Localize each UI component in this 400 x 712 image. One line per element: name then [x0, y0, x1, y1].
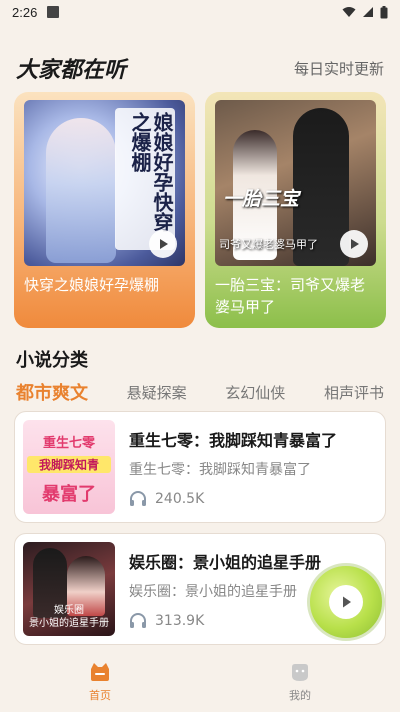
cover-title-text: 一胎三宝 [223, 188, 300, 210]
featured-cover: 娘娘好孕快穿之爆棚 [24, 100, 185, 266]
popular-header: 大家都在听 每日实时更新 [16, 50, 384, 86]
book-stats: 240.5K [129, 491, 375, 507]
cover-line: 我脚踩知青 [27, 456, 111, 473]
popular-title: 大家都在听 [16, 58, 127, 83]
book-title: 重生七零：我脚踩知青暴富了 [129, 431, 338, 450]
cover-art-figure [46, 118, 116, 263]
featured-list: 娘娘好孕快穿之爆棚 快穿之娘娘好孕爆棚 一胎三宝 司爷又爆老婆马甲了 一胎三宝：… [14, 92, 386, 328]
cover-line: 重生七零 [42, 436, 95, 451]
book-info: 重生七零：我脚踩知青暴富了 重生七零：我脚踩知青暴富了 240.5K [129, 427, 375, 507]
play-count: 240.5K [155, 491, 205, 507]
nav-profile[interactable]: 我的 [200, 652, 400, 712]
headphones-icon [130, 491, 146, 506]
nav-home-label: 首页 [89, 689, 111, 702]
nav-home[interactable]: 首页 [0, 652, 200, 712]
play-icon [343, 596, 351, 608]
floating-player-button[interactable] [307, 563, 385, 641]
signal-icon [363, 7, 373, 17]
featured-cover: 一胎三宝 司爷又爆老婆马甲了 [215, 100, 376, 266]
book-cover: 娱乐圈 景小姐的追星手册 [23, 542, 115, 636]
featured-title: 快穿之娘娘好孕爆棚 [24, 276, 160, 294]
daily-update-link[interactable]: 每日实时更新 [294, 58, 384, 79]
featured-card[interactable]: 一胎三宝 司爷又爆老婆马甲了 一胎三宝：司爷又爆老婆马甲了 [205, 92, 386, 328]
cover-caption: 娱乐圈 景小姐的追星手册 [23, 604, 115, 630]
cover-line: 景小姐的追星手册 [29, 618, 109, 629]
bottom-nav: 首页 我的 [0, 652, 400, 712]
home-cat-icon [91, 663, 109, 681]
tab-mystery[interactable]: 悬疑探案 [127, 382, 187, 403]
book-cover: 重生七零 我脚踩知青 暴富了 [23, 420, 115, 514]
status-bar: 2:26 [0, 0, 400, 24]
status-icons [342, 5, 388, 19]
cover-title-text: 娘娘好孕快穿之爆棚 [115, 108, 175, 250]
nav-profile-label: 我的 [289, 689, 311, 702]
tab-urban[interactable]: 都市爽文 [16, 379, 88, 405]
list-item[interactable]: 重生七零 我脚踩知青 暴富了 重生七零：我脚踩知青暴富了 重生七零：我脚踩知青暴… [14, 411, 386, 523]
cover-line: 娱乐圈 [54, 605, 84, 616]
category-title: 小说分类 [16, 350, 88, 371]
tab-crosstalk[interactable]: 相声评书 [324, 382, 384, 403]
cover-line: 暴富了 [42, 484, 96, 505]
wifi-icon [342, 7, 356, 17]
play-count: 313.9K [155, 613, 205, 629]
headphones-icon [130, 613, 146, 628]
notification-icon [47, 6, 60, 18]
profile-icon [292, 664, 308, 681]
play-button[interactable] [340, 230, 368, 258]
float-play-button[interactable] [329, 585, 363, 619]
category-tabs: 都市爽文 悬疑探案 玄幻仙侠 相声评书 [16, 378, 384, 406]
featured-title: 一胎三宝：司爷又爆老婆马甲了 [215, 276, 366, 316]
battery-icon [380, 5, 388, 18]
tab-fantasy[interactable]: 玄幻仙侠 [225, 382, 285, 403]
status-time: 2:26 [12, 4, 38, 20]
play-button[interactable] [149, 230, 177, 258]
featured-card[interactable]: 娘娘好孕快穿之爆棚 快穿之娘娘好孕爆棚 [14, 92, 195, 328]
play-icon [351, 239, 359, 249]
book-description: 重生七零：我脚踩知青暴富了 [129, 462, 311, 478]
play-icon [160, 239, 168, 249]
